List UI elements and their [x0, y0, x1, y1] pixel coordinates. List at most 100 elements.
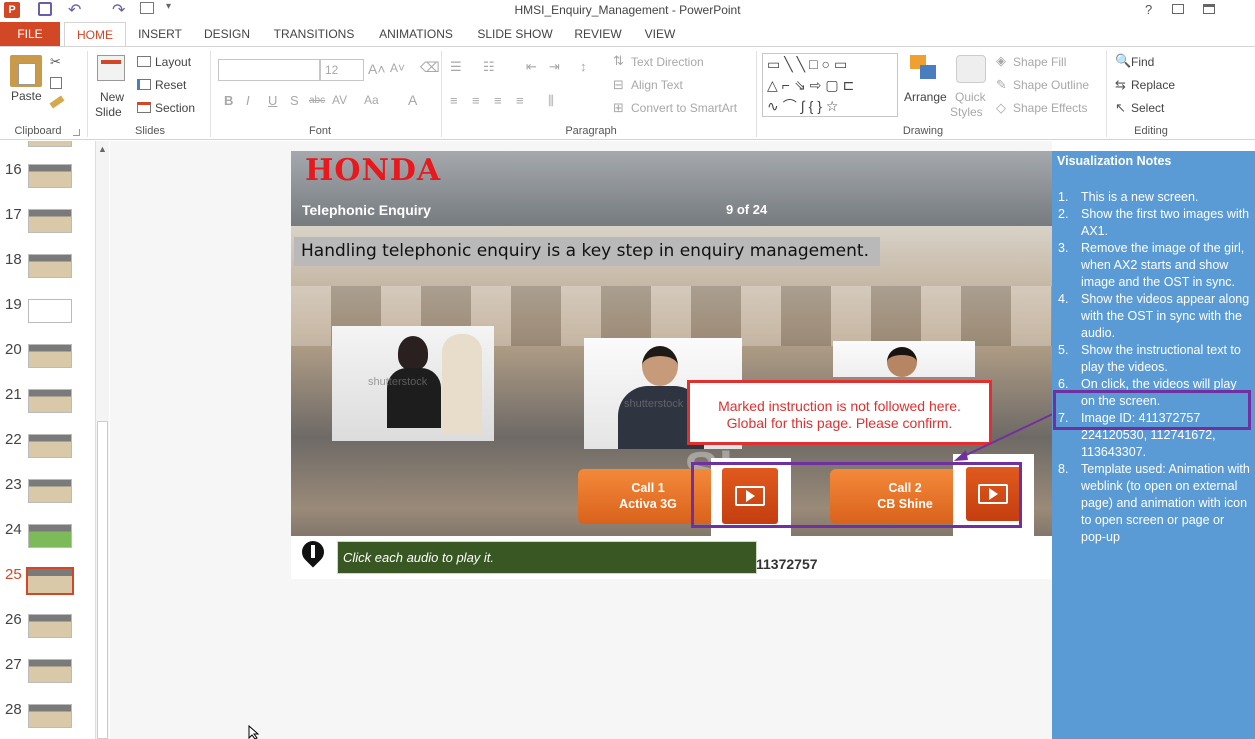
slide-thumbnail[interactable] — [28, 209, 72, 233]
slide-thumbnail[interactable] — [28, 254, 72, 278]
tab-insert[interactable]: INSERT — [132, 22, 188, 46]
new-slide-label-1[interactable]: New — [100, 90, 124, 104]
shadow-icon[interactable]: S — [290, 93, 299, 108]
notes-list: 1. This is a new screen. 2. Show the first… — [1058, 189, 1252, 546]
shapes-gallery[interactable]: ▭╲╲□○▭ △⌐⇘⇨▢⊏ ∿⌒∫{}☆ — [762, 53, 898, 117]
tab-animations[interactable]: ANIMATIONS — [370, 22, 462, 46]
font-size-input[interactable]: 12 — [320, 59, 364, 81]
reset-icon[interactable] — [137, 79, 151, 90]
shape-effects-button[interactable]: Shape Effects — [1013, 101, 1088, 115]
dialog-launcher-icon[interactable] — [73, 129, 80, 136]
tab-review[interactable]: REVIEW — [568, 22, 628, 46]
slide-thumbnail-active[interactable] — [26, 567, 74, 595]
smartart-icon[interactable]: ⊞ — [613, 100, 624, 116]
notes-item: 4. Show the videos appear along with the … — [1058, 291, 1252, 342]
paste-button[interactable]: Paste — [11, 89, 42, 103]
reset-button[interactable]: Reset — [155, 78, 186, 92]
slide-thumbnail-15[interactable] — [28, 141, 72, 147]
slide-number: 23 — [5, 476, 22, 493]
shape-fill-icon[interactable]: ◈ — [996, 53, 1006, 69]
tab-design[interactable]: DESIGN — [198, 22, 256, 46]
line-spacing-icon[interactable]: ↕ — [580, 59, 587, 74]
tab-slide-show[interactable]: SLIDE SHOW — [472, 22, 558, 46]
slide-thumbnail[interactable] — [28, 704, 72, 728]
notes-item-number: 5. — [1058, 343, 1069, 357]
font-color-icon[interactable]: A — [408, 92, 417, 108]
bold-icon[interactable]: B — [224, 93, 233, 108]
shape-effects-icon[interactable]: ◇ — [996, 100, 1006, 116]
clear-formatting-icon[interactable]: ⌫ — [420, 59, 440, 76]
photo-man-on-phone — [833, 341, 975, 377]
tab-file[interactable]: FILE — [0, 22, 60, 46]
slide-thumbnail[interactable] — [28, 614, 72, 638]
select-icon[interactable]: ↖ — [1115, 100, 1126, 116]
align-text-icon[interactable]: ⊟ — [613, 77, 624, 93]
tab-view[interactable]: VIEW — [636, 22, 684, 46]
grow-font-icon[interactable]: A˄ — [368, 61, 386, 77]
shape-outline-button[interactable]: Shape Outline — [1013, 78, 1089, 92]
slide-thumbnail[interactable] — [28, 479, 72, 503]
slide-number: 26 — [5, 611, 22, 628]
slide-thumbnail[interactable] — [28, 164, 72, 188]
scrollbar-thumb[interactable] — [97, 421, 108, 739]
new-slide-label-2[interactable]: Slide — [95, 105, 122, 119]
align-center-icon[interactable]: ≡ — [472, 93, 480, 108]
help-icon[interactable]: ? — [1145, 2, 1152, 17]
italic-icon[interactable]: I — [246, 93, 250, 108]
slide-thumbnail[interactable] — [28, 434, 72, 458]
arrange-button[interactable]: Arrange — [904, 90, 947, 104]
paste-icon[interactable] — [10, 55, 42, 87]
cut-icon[interactable]: ✂ — [50, 54, 61, 70]
shape-outline-icon[interactable]: ✎ — [996, 77, 1007, 93]
quick-styles-label-2[interactable]: Styles — [950, 105, 983, 119]
quick-styles-label-1[interactable]: Quick — [955, 90, 986, 104]
ribbon-display-icon[interactable] — [1172, 4, 1184, 14]
character-spacing-icon[interactable]: AV — [332, 93, 347, 107]
quick-styles-icon[interactable] — [956, 55, 986, 83]
shrink-font-icon[interactable]: A˅ — [390, 61, 405, 75]
slides-group-label: Slides — [135, 125, 165, 137]
thumbnail-scrollbar[interactable]: ▲ — [95, 141, 109, 739]
increase-indent-icon[interactable]: ⇥ — [549, 59, 560, 75]
new-slide-icon[interactable] — [97, 55, 125, 81]
change-case-icon[interactable]: Aa — [364, 93, 379, 107]
text-direction-icon[interactable]: ⇅ — [613, 53, 624, 69]
tab-transitions[interactable]: TRANSITIONS — [268, 22, 360, 46]
underline-icon[interactable]: U — [268, 93, 277, 108]
slide-thumbnail[interactable] — [28, 299, 72, 323]
layout-button[interactable]: Layout — [155, 55, 191, 69]
find-icon[interactable]: 🔍 — [1115, 53, 1131, 69]
replace-button[interactable]: Replace — [1131, 78, 1175, 92]
convert-smartart-button[interactable]: Convert to SmartArt — [631, 101, 737, 115]
text-direction-button[interactable]: Text Direction — [631, 55, 704, 69]
layout-icon[interactable] — [137, 56, 151, 67]
columns-icon[interactable]: ⫼ — [548, 93, 554, 109]
slide-thumbnail[interactable] — [28, 389, 72, 413]
notes-item-text: Template used: Animation with weblink (t… — [1081, 462, 1250, 544]
select-button[interactable]: Select — [1131, 101, 1164, 115]
align-left-icon[interactable]: ≡ — [450, 93, 458, 108]
section-icon[interactable] — [137, 102, 151, 113]
decrease-indent-icon[interactable]: ⇤ — [526, 59, 537, 75]
font-name-input[interactable] — [218, 59, 320, 81]
section-button[interactable]: Section — [155, 101, 195, 115]
format-painter-icon[interactable] — [49, 95, 65, 109]
find-button[interactable]: Find — [1131, 55, 1154, 69]
tab-home[interactable]: HOME — [64, 22, 126, 47]
slide-thumbnail[interactable] — [28, 524, 72, 548]
copy-icon[interactable] — [50, 77, 62, 89]
restore-window-icon[interactable] — [1203, 4, 1215, 14]
slide-thumbnail[interactable] — [28, 659, 72, 683]
align-right-icon[interactable]: ≡ — [494, 93, 502, 108]
slide-thumbnail[interactable] — [28, 344, 72, 368]
shape-fill-button[interactable]: Shape Fill — [1013, 55, 1066, 69]
replace-icon[interactable]: ⇆ — [1115, 77, 1126, 93]
bullets-icon[interactable]: ☰ — [450, 59, 462, 75]
arrange-icon[interactable] — [910, 55, 938, 81]
strikethrough-icon[interactable]: abc — [309, 95, 325, 106]
numbering-icon[interactable]: ☷ — [483, 59, 495, 75]
scroll-up-icon[interactable]: ▲ — [98, 144, 107, 154]
info-pin-icon — [297, 536, 329, 569]
justify-icon[interactable]: ≡ — [516, 93, 524, 108]
align-text-button[interactable]: Align Text — [631, 78, 683, 92]
